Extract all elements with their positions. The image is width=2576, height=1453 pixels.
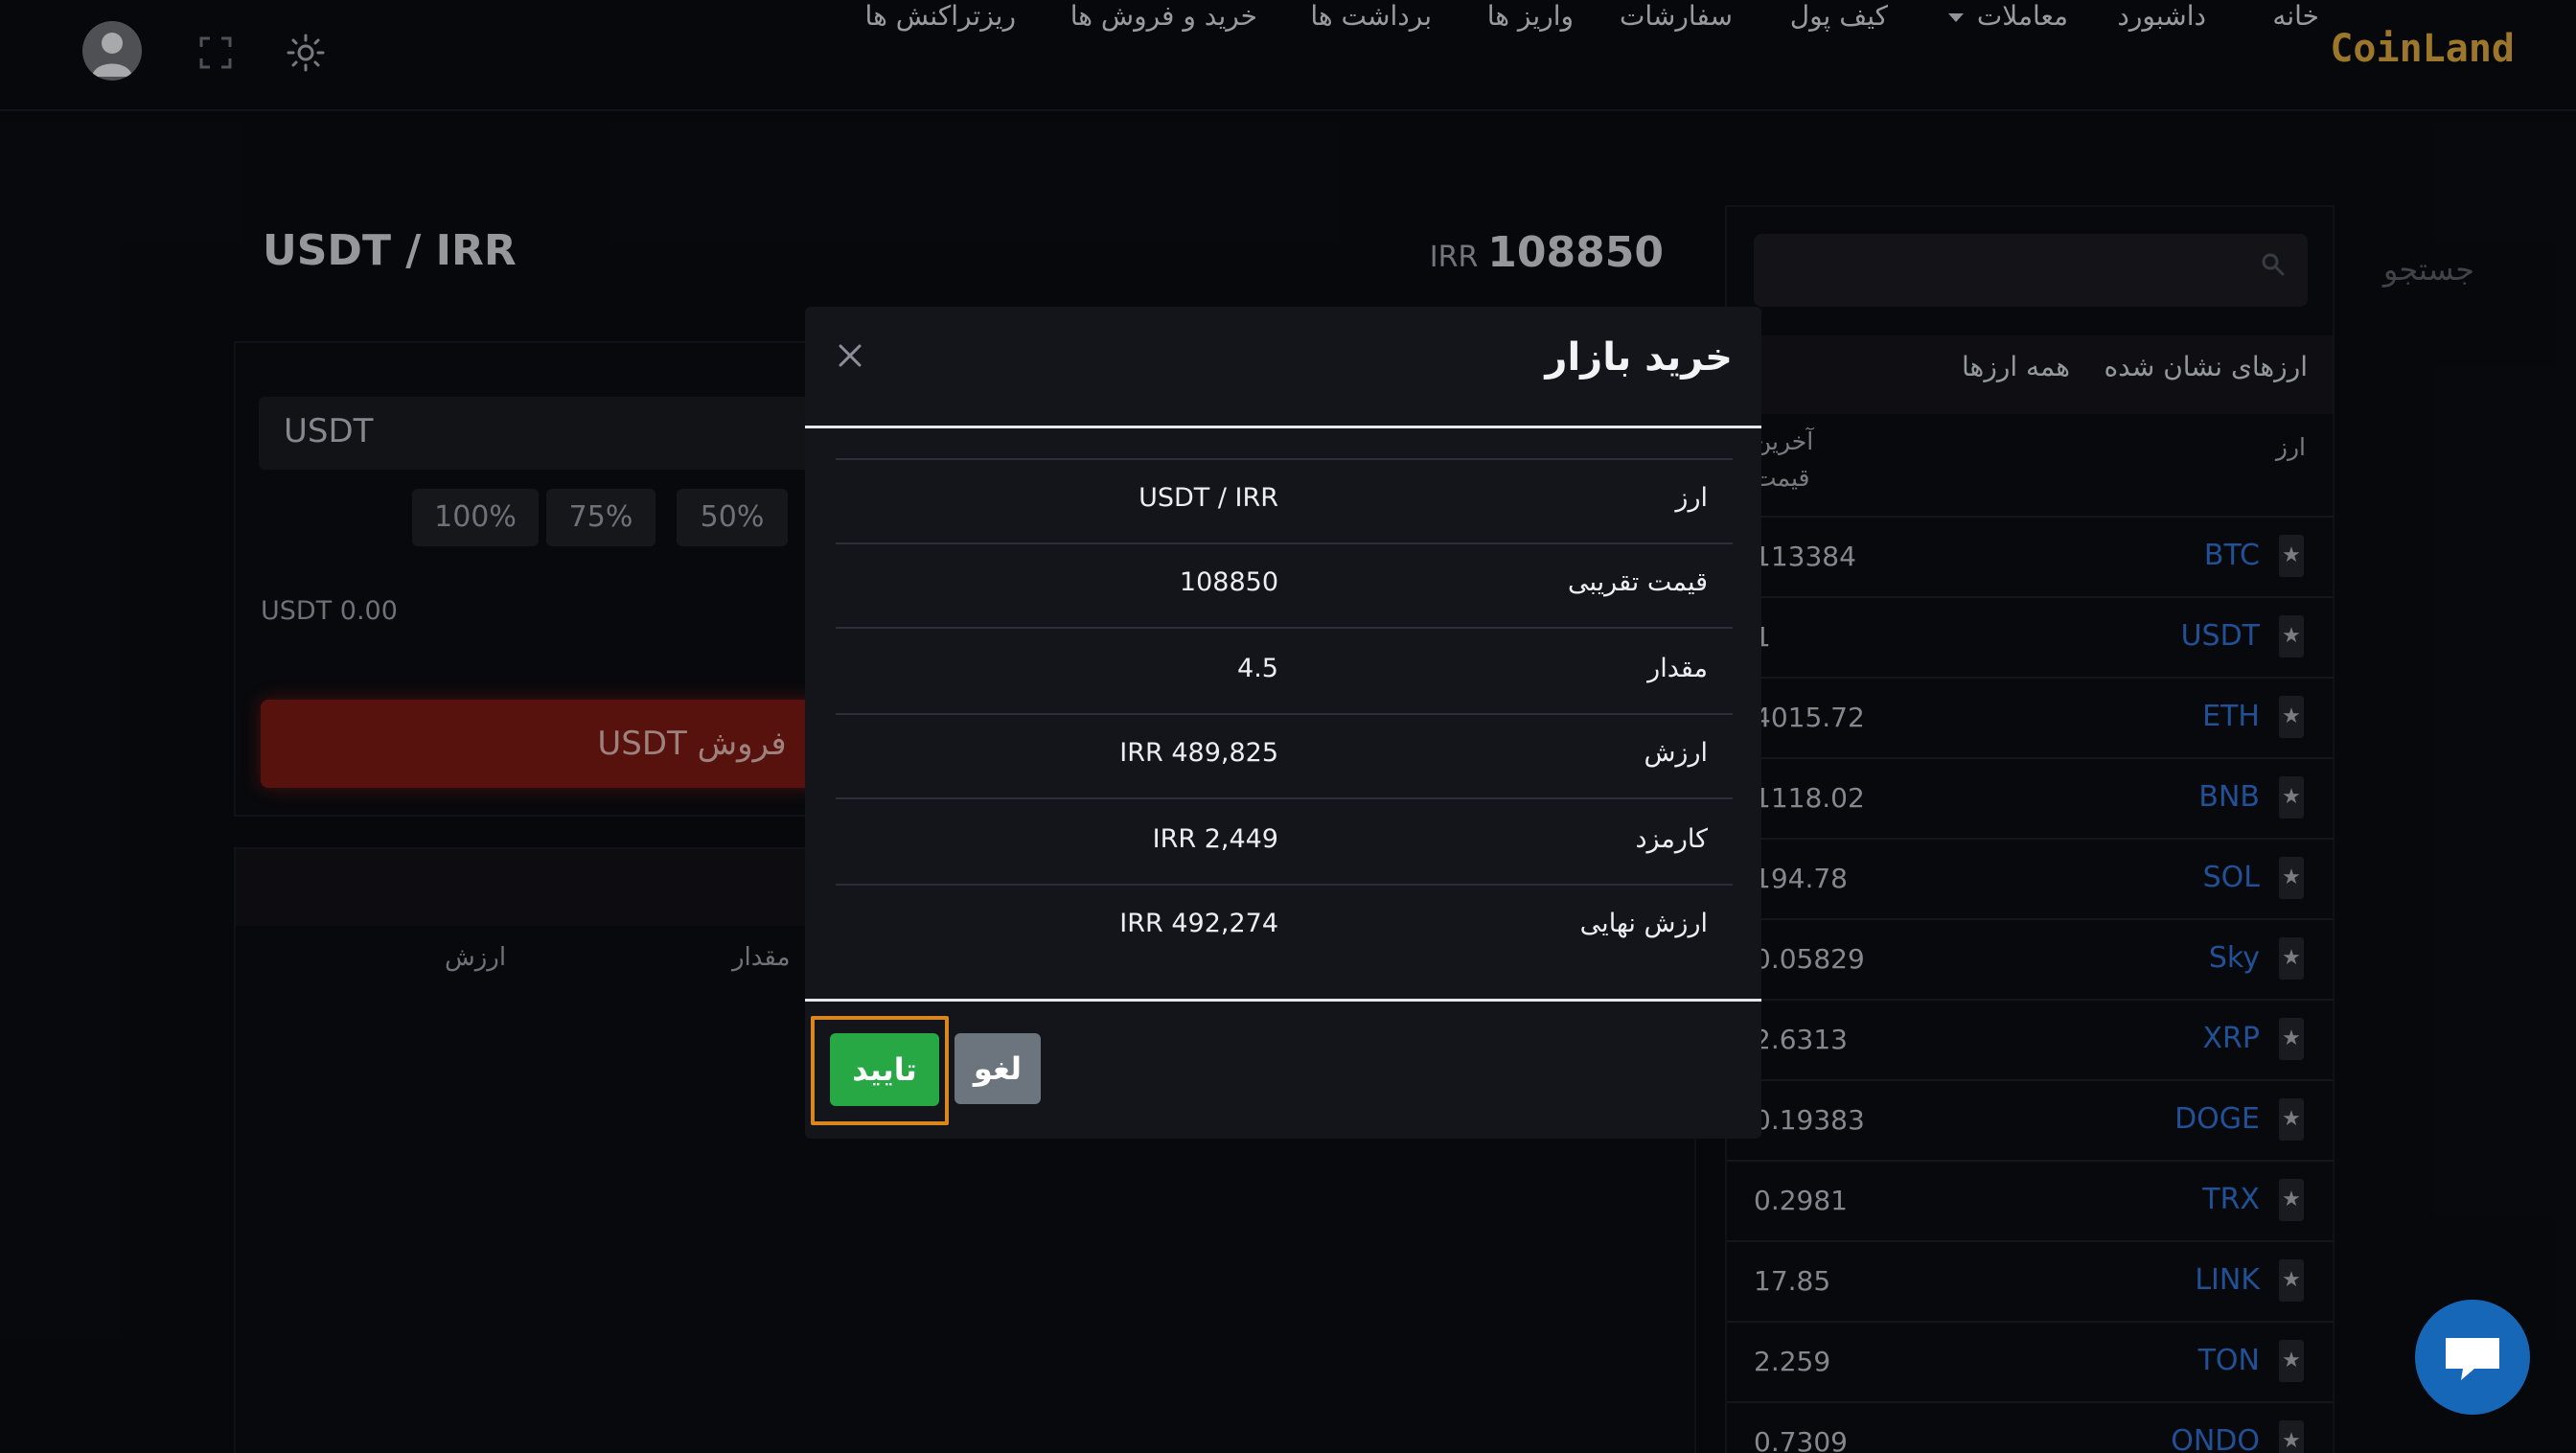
detail-value-approx-price: 108850 bbox=[1179, 567, 1278, 597]
detail-divider bbox=[836, 542, 1733, 544]
detail-label-value: ارزش bbox=[1644, 738, 1708, 768]
close-icon[interactable] bbox=[838, 343, 862, 372]
detail-value-final-value: IRR 492,274 bbox=[1119, 909, 1278, 938]
detail-label-amount: مقدار bbox=[1647, 654, 1708, 683]
cancel-button[interactable]: لغو bbox=[954, 1033, 1041, 1104]
detail-label-currency: ارز bbox=[1675, 483, 1708, 513]
detail-divider bbox=[836, 797, 1733, 799]
detail-value-currency: USDT / IRR bbox=[1138, 483, 1278, 513]
chat-widget-button[interactable] bbox=[2415, 1300, 2530, 1415]
detail-label-approx-price: قیمت تقریبی bbox=[1568, 567, 1708, 597]
confirm-button[interactable]: تایید bbox=[830, 1033, 939, 1106]
modal-footer-divider bbox=[805, 999, 1761, 1002]
market-buy-modal: خرید بازار ارز USDT / IRR قیمت تقریبی 10… bbox=[805, 307, 1761, 1139]
detail-divider bbox=[836, 884, 1733, 886]
detail-value-value: IRR 489,825 bbox=[1119, 738, 1278, 768]
detail-divider bbox=[836, 713, 1733, 715]
chat-icon bbox=[2446, 1338, 2499, 1380]
detail-divider bbox=[836, 627, 1733, 629]
detail-label-fee: کارمزد bbox=[1635, 824, 1708, 854]
modal-title: خرید بازار bbox=[1545, 335, 1733, 380]
detail-value-fee: IRR 2,449 bbox=[1152, 824, 1278, 854]
detail-label-final-value: ارزش نهایی bbox=[1579, 909, 1708, 938]
detail-value-amount: 4.5 bbox=[1237, 654, 1278, 683]
detail-divider bbox=[836, 458, 1733, 460]
modal-header-divider bbox=[805, 426, 1761, 428]
